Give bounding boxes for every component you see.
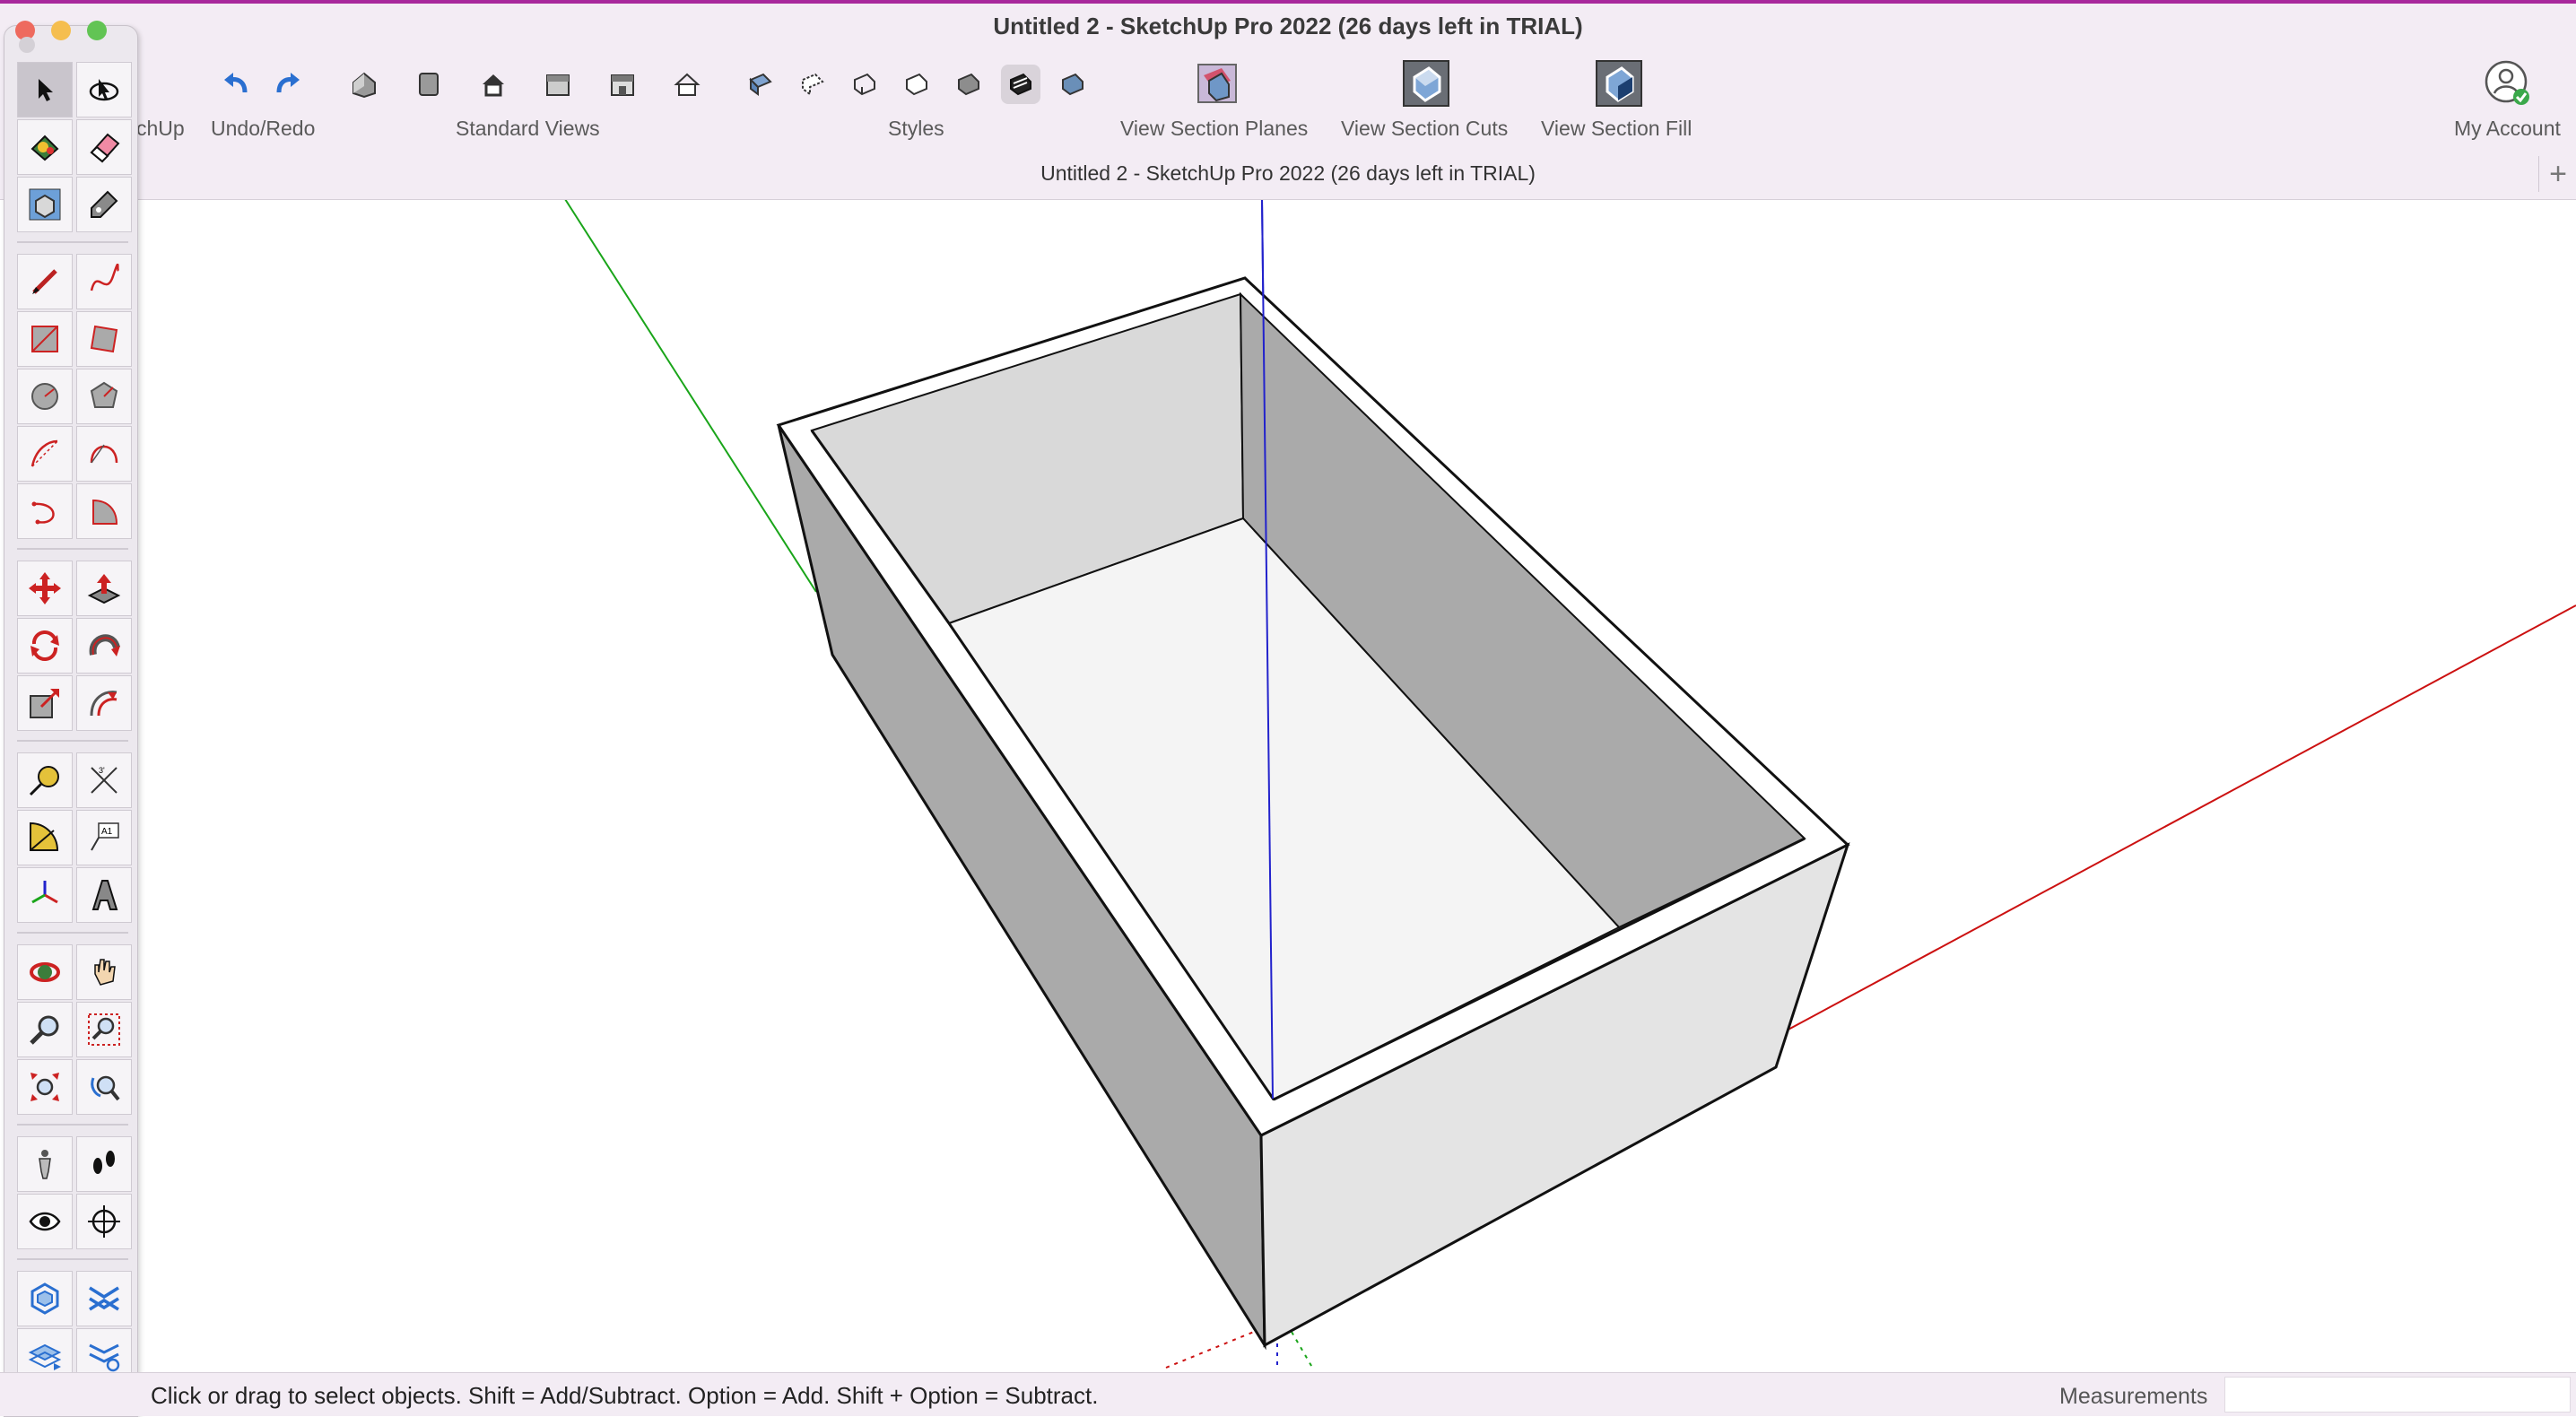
position-camera-tool[interactable] — [17, 1136, 73, 1192]
move-tool[interactable] — [17, 561, 73, 616]
back-edges-icon[interactable] — [793, 65, 832, 104]
account-icon[interactable] — [2482, 57, 2534, 109]
push-pull-tool[interactable] — [76, 561, 132, 616]
model-viewport[interactable] — [0, 198, 2576, 1372]
follow-me-tool[interactable] — [76, 618, 132, 674]
zoom-tool[interactable] — [17, 1002, 73, 1057]
dimension-tool[interactable]: 3' — [76, 752, 132, 808]
arc-tool[interactable] — [17, 426, 73, 482]
window-title: Untitled 2 - SketchUp Pro 2022 (26 days … — [993, 13, 1583, 39]
green-axis-dotted — [1291, 1331, 1315, 1371]
two-point-arc-tool[interactable] — [76, 426, 132, 482]
add-tab-button[interactable]: + — [2538, 156, 2576, 192]
shaded-textures-icon[interactable] — [1001, 65, 1040, 104]
paint-bucket-tool[interactable] — [17, 119, 73, 175]
styles-label: Styles — [888, 117, 944, 140]
svg-text:A1: A1 — [101, 827, 113, 837]
zoom-extents-tool[interactable] — [17, 1059, 73, 1115]
axes-tool[interactable] — [17, 867, 73, 923]
palette-separator — [17, 1124, 128, 1126]
document-tab-title[interactable]: Untitled 2 - SketchUp Pro 2022 (26 days … — [0, 161, 2576, 186]
svg-text:3': 3' — [99, 766, 105, 775]
orbit-tool-top[interactable] — [76, 62, 132, 117]
rotate-tool[interactable] — [17, 618, 73, 674]
3d-text-tool[interactable] — [76, 867, 132, 923]
left-view-icon[interactable] — [667, 65, 707, 104]
minimize-window-button[interactable] — [51, 21, 71, 40]
redo-icon[interactable] — [267, 65, 307, 104]
top-view-icon[interactable] — [409, 65, 448, 104]
line-tool[interactable] — [17, 254, 73, 309]
walk-tool[interactable] — [76, 1136, 132, 1192]
rotated-rectangle-tool[interactable] — [76, 311, 132, 367]
shaded-icon[interactable] — [949, 65, 988, 104]
toolbar-area: Untitled 2 - SketchUp Pro 2022 (26 days … — [0, 0, 2576, 200]
solid-tools-tool[interactable] — [17, 1271, 73, 1326]
measurements-input[interactable] — [2224, 1377, 2571, 1413]
red-axis-dotted — [1165, 1325, 1270, 1369]
scale-tool[interactable] — [17, 675, 73, 731]
select-tool[interactable] — [17, 62, 73, 117]
back-view-icon[interactable] — [603, 65, 642, 104]
getting-started-label[interactable]: chUp — [136, 117, 185, 141]
eraser-tool[interactable] — [76, 119, 132, 175]
monochrome-icon[interactable] — [1053, 65, 1092, 104]
model-canvas[interactable] — [0, 198, 2576, 1372]
protractor-tool[interactable] — [17, 810, 73, 865]
status-message: Click or drag to select objects. Shift =… — [151, 1382, 1099, 1409]
zoom-window-button[interactable] — [87, 21, 107, 40]
undo-icon[interactable] — [217, 65, 257, 104]
section-fill-label: View Section Fill — [1541, 117, 1693, 140]
palette-close-button[interactable] — [19, 37, 35, 53]
tool-palette: 3' A1 — [4, 21, 138, 1417]
red-axis — [1784, 604, 2576, 1032]
tag-tool[interactable] — [76, 177, 132, 232]
xray-icon[interactable] — [741, 65, 780, 104]
palette-separator — [17, 241, 128, 243]
rectangle-tool[interactable] — [17, 311, 73, 367]
three-point-arc-tool[interactable] — [17, 483, 73, 539]
section-plane-tool[interactable] — [76, 1194, 132, 1249]
account-label[interactable]: My Account — [2454, 117, 2561, 141]
make-component-tool[interactable] — [17, 177, 73, 232]
window-accent-line — [0, 0, 2576, 4]
previous-view-tool[interactable] — [76, 1059, 132, 1115]
pie-tool[interactable] — [76, 483, 132, 539]
look-around-tool[interactable] — [17, 1194, 73, 1249]
freehand-tool[interactable] — [76, 254, 132, 309]
standard-views-label: Standard Views — [456, 117, 600, 140]
status-bar: Click or drag to select objects. Shift =… — [0, 1372, 2576, 1416]
section-planes-label: View Section Planes — [1120, 117, 1309, 140]
undo-redo-label: Undo/Redo — [211, 117, 316, 140]
section-cuts-icon[interactable] — [1400, 57, 1452, 109]
front-view-icon[interactable] — [474, 65, 513, 104]
section-cuts-label: View Section Cuts — [1341, 117, 1509, 140]
section-fill-icon[interactable] — [1593, 57, 1645, 109]
offset-tool[interactable] — [76, 675, 132, 731]
iso-view-icon[interactable] — [344, 65, 384, 104]
hidden-line-icon[interactable] — [897, 65, 936, 104]
pan-tool[interactable] — [76, 944, 132, 1000]
circle-tool[interactable] — [17, 369, 73, 424]
zoom-window-tool[interactable] — [76, 1002, 132, 1057]
measurements-label: Measurements — [2059, 1384, 2208, 1409]
palette-separator — [17, 548, 128, 550]
right-view-icon[interactable] — [538, 65, 578, 104]
wireframe-icon[interactable] — [845, 65, 884, 104]
orbit-tool[interactable] — [17, 944, 73, 1000]
tape-measure-tool[interactable] — [17, 752, 73, 808]
section-planes-icon[interactable] — [1191, 57, 1243, 109]
outer-shell-tool[interactable] — [76, 1271, 132, 1326]
palette-separator — [17, 740, 128, 742]
polygon-tool[interactable] — [76, 369, 132, 424]
text-tool[interactable]: A1 — [76, 810, 132, 865]
palette-separator — [17, 932, 128, 934]
palette-separator — [17, 1258, 128, 1260]
green-axis — [564, 198, 817, 593]
